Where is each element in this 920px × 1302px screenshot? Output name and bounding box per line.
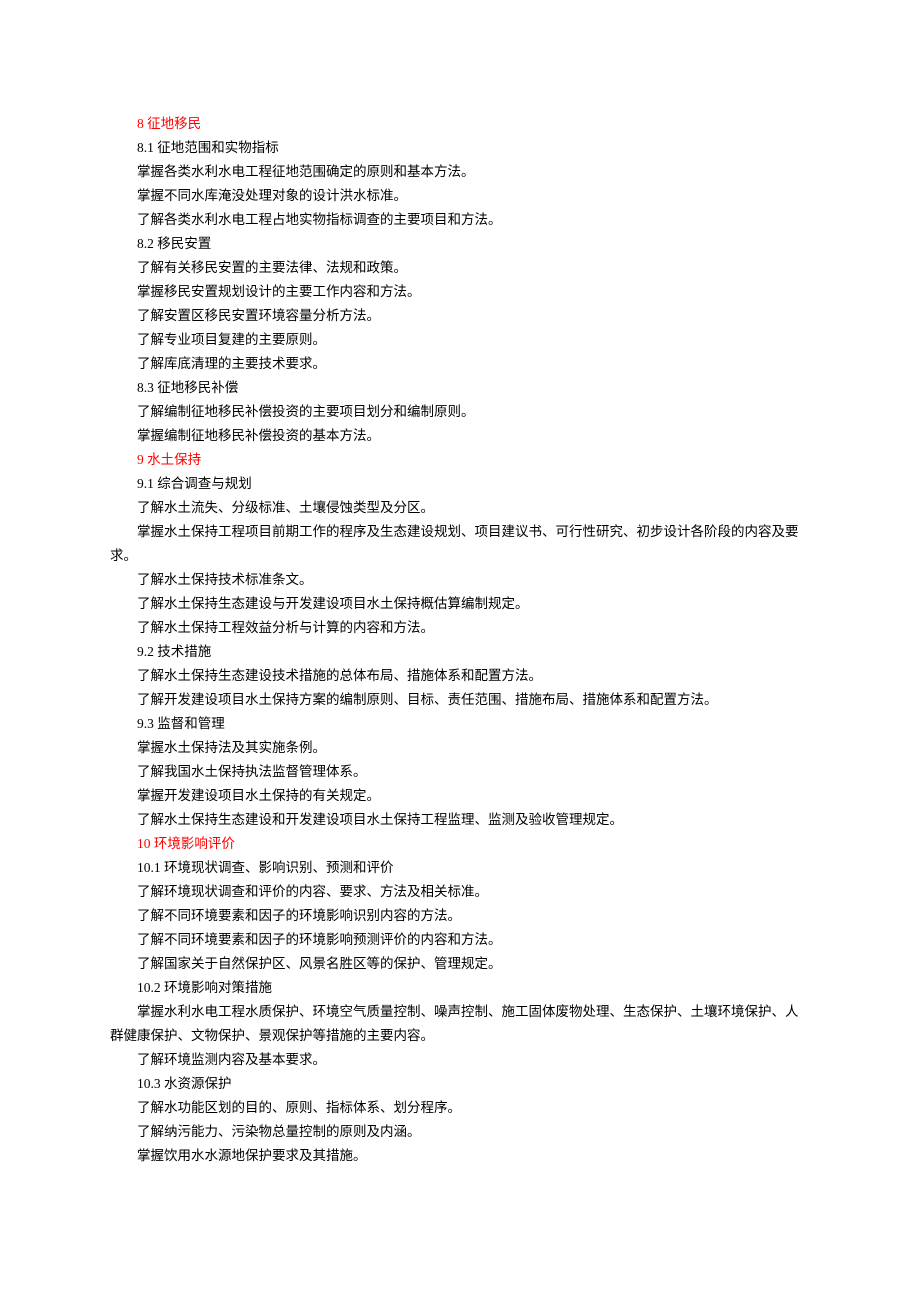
body-line: 了解我国水土保持执法监督管理体系。: [110, 760, 810, 784]
body-line: 了解水土流失、分级标准、土壤侵蚀类型及分区。: [110, 496, 810, 520]
body-line: 掌握各类水利水电工程征地范围确定的原则和基本方法。: [110, 160, 810, 184]
body-line: 掌握水土保持法及其实施条例。: [110, 736, 810, 760]
body-line: 了解专业项目复建的主要原则。: [110, 328, 810, 352]
body-line: 9.3 监督和管理: [110, 712, 810, 736]
section-heading: 10 环境影响评价: [110, 832, 810, 856]
body-line: 8.3 征地移民补偿: [110, 376, 810, 400]
body-line: 掌握编制征地移民补偿投资的基本方法。: [110, 424, 810, 448]
body-line: 掌握开发建设项目水土保持的有关规定。: [110, 784, 810, 808]
body-line: 了解水土保持工程效益分析与计算的内容和方法。: [110, 616, 810, 640]
body-line: 了解不同环境要素和因子的环境影响预测评价的内容和方法。: [110, 928, 810, 952]
body-line: 8.1 征地范围和实物指标: [110, 136, 810, 160]
body-line: 了解安置区移民安置环境容量分析方法。: [110, 304, 810, 328]
section-heading: 9 水土保持: [110, 448, 810, 472]
body-line: 掌握水土保持工程项目前期工作的程序及生态建设规划、项目建议书、可行性研究、初步设…: [110, 520, 810, 568]
body-line: 了解水土保持技术标准条文。: [110, 568, 810, 592]
section-heading: 8 征地移民: [110, 112, 810, 136]
body-line: 了解编制征地移民补偿投资的主要项目划分和编制原则。: [110, 400, 810, 424]
body-line: 10.3 水资源保护: [110, 1072, 810, 1096]
body-line: 8.2 移民安置: [110, 232, 810, 256]
body-line: 了解纳污能力、污染物总量控制的原则及内涵。: [110, 1120, 810, 1144]
body-line: 9.2 技术措施: [110, 640, 810, 664]
body-line: 了解不同环境要素和因子的环境影响识别内容的方法。: [110, 904, 810, 928]
body-line: 9.1 综合调查与规划: [110, 472, 810, 496]
body-line: 掌握不同水库淹没处理对象的设计洪水标准。: [110, 184, 810, 208]
body-line: 了解水土保持生态建设和开发建设项目水土保持工程监理、监测及验收管理规定。: [110, 808, 810, 832]
body-line: 了解水土保持生态建设与开发建设项目水土保持概估算编制规定。: [110, 592, 810, 616]
body-line: 10.1 环境现状调查、影响识别、预测和评价: [110, 856, 810, 880]
body-line: 了解水功能区划的目的、原则、指标体系、划分程序。: [110, 1096, 810, 1120]
document-page: 8 征地移民8.1 征地范围和实物指标掌握各类水利水电工程征地范围确定的原则和基…: [0, 0, 920, 1302]
body-line: 了解水土保持生态建设技术措施的总体布局、措施体系和配置方法。: [110, 664, 810, 688]
body-line: 了解各类水利水电工程占地实物指标调查的主要项目和方法。: [110, 208, 810, 232]
body-line: 了解环境监测内容及基本要求。: [110, 1048, 810, 1072]
body-line: 了解有关移民安置的主要法律、法规和政策。: [110, 256, 810, 280]
body-line: 了解开发建设项目水土保持方案的编制原则、目标、责任范围、措施布局、措施体系和配置…: [110, 688, 810, 712]
body-line: 掌握饮用水水源地保护要求及其措施。: [110, 1144, 810, 1168]
body-line: 了解国家关于自然保护区、风景名胜区等的保护、管理规定。: [110, 952, 810, 976]
body-line: 掌握移民安置规划设计的主要工作内容和方法。: [110, 280, 810, 304]
body-line: 了解环境现状调查和评价的内容、要求、方法及相关标准。: [110, 880, 810, 904]
body-line: 了解库底清理的主要技术要求。: [110, 352, 810, 376]
body-line: 10.2 环境影响对策措施: [110, 976, 810, 1000]
body-line: 掌握水利水电工程水质保护、环境空气质量控制、噪声控制、施工固体废物处理、生态保护…: [110, 1000, 810, 1048]
